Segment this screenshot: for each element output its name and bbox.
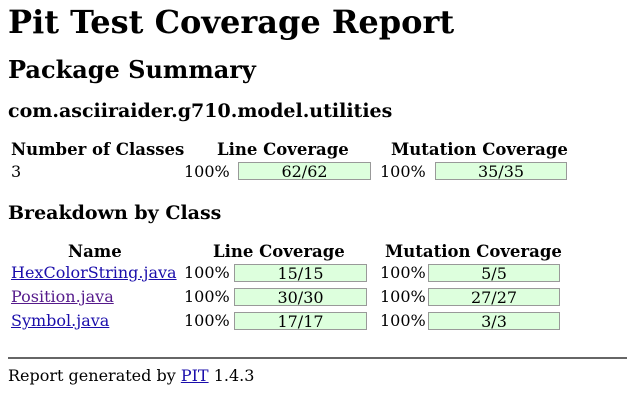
summary-mutation-coverage-bar: 35/35 (435, 162, 567, 180)
header-class-mutation-coverage: Mutation Coverage (385, 242, 562, 261)
breakdown-heading: Breakdown by Class (8, 202, 222, 224)
class-line-percent: 100% (184, 311, 230, 330)
class-link-position[interactable]: Position.java (11, 287, 114, 307)
summary-mutation-ratio: 35/35 (477, 162, 525, 181)
class-mutation-coverage-bar: 5/5 (428, 264, 560, 282)
class-mutation-ratio: 3/3 (481, 312, 507, 331)
class-link-symbol[interactable]: Symbol.java (11, 311, 109, 331)
class-mutation-ratio: 27/27 (470, 288, 518, 307)
class-line-ratio: 30/30 (277, 288, 324, 307)
summary-class-count: 3 (11, 162, 22, 181)
class-mutation-percent: 100% (380, 287, 426, 306)
class-mutation-percent: 100% (380, 311, 426, 330)
page-subtitle: Package Summary (8, 55, 256, 84)
class-line-coverage-bar: 17/17 (234, 312, 367, 330)
class-line-percent: 100% (184, 263, 230, 282)
class-line-ratio: 17/17 (277, 312, 324, 331)
page-title: Pit Test Coverage Report (8, 3, 455, 41)
pit-link[interactable]: PIT (181, 366, 209, 385)
footer: Report generated by PIT 1.4.3 (8, 366, 254, 386)
class-mutation-coverage-bar: 27/27 (428, 288, 560, 306)
class-mutation-coverage-bar: 3/3 (428, 312, 560, 330)
footer-prefix: Report generated by (8, 366, 176, 385)
class-link-hexcolorstring[interactable]: HexColorString.java (11, 263, 177, 283)
package-name: com.asciiraider.g710.model.utilities (8, 100, 393, 122)
footer-version: 1.4.3 (213, 366, 255, 385)
class-line-percent: 100% (184, 287, 230, 306)
summary-line-percent: 100% (184, 162, 230, 181)
class-line-coverage-bar: 30/30 (234, 288, 367, 306)
class-mutation-ratio: 5/5 (481, 264, 507, 283)
class-line-coverage-bar: 15/15 (234, 264, 367, 282)
horizontal-rule (8, 357, 627, 359)
summary-mutation-percent: 100% (380, 162, 426, 181)
header-number-of-classes: Number of Classes (11, 140, 185, 159)
header-class-line-coverage: Line Coverage (213, 242, 345, 261)
summary-line-ratio: 62/62 (281, 162, 328, 181)
class-mutation-percent: 100% (380, 263, 426, 282)
header-mutation-coverage: Mutation Coverage (391, 140, 568, 159)
header-line-coverage: Line Coverage (217, 140, 349, 159)
summary-line-coverage-bar: 62/62 (238, 162, 371, 180)
header-name: Name (68, 242, 122, 261)
class-line-ratio: 15/15 (277, 264, 324, 283)
